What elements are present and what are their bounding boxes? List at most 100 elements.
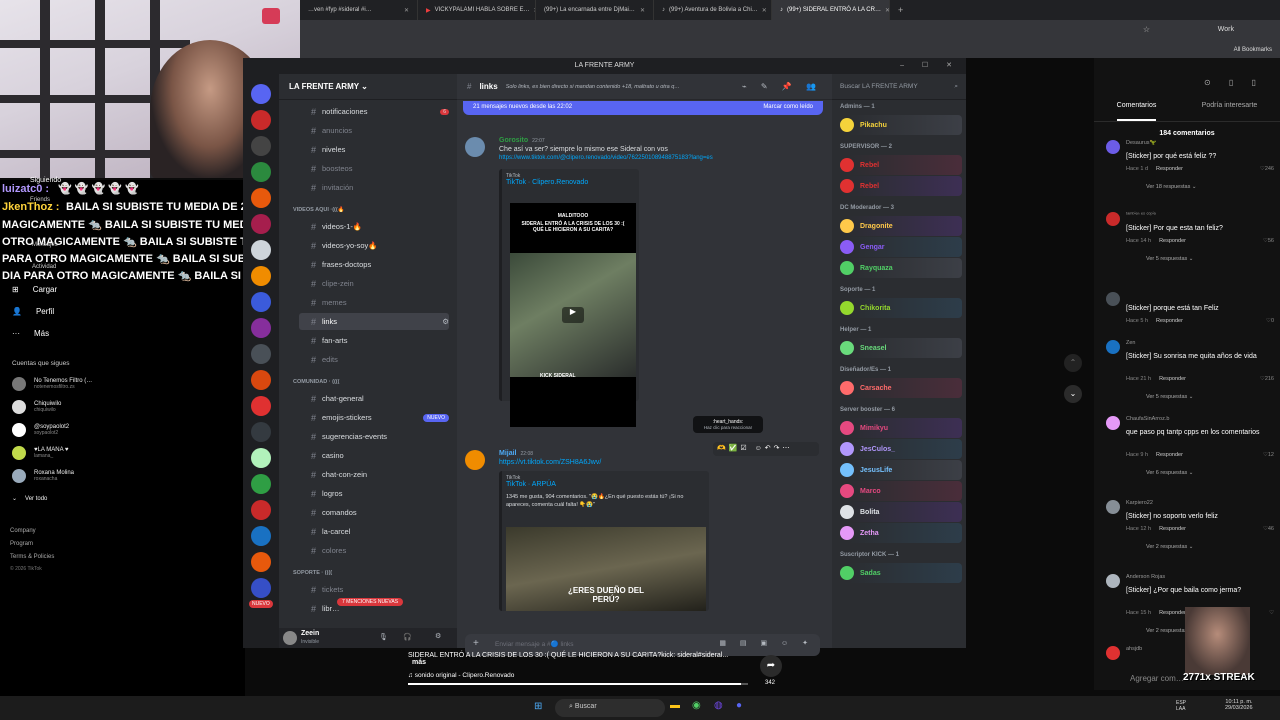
- reply-button[interactable]: Responder: [1159, 610, 1186, 616]
- member-row[interactable]: Pikachu: [836, 115, 962, 135]
- new-messages-bar[interactable]: 21 mensajes nuevos desde las 22:02 Marca…: [463, 101, 823, 115]
- server-icon[interactable]: [251, 318, 271, 338]
- browser-tab[interactable]: (99+) La encarnada entre DjMai… ✕: [536, 0, 654, 20]
- tab-interest[interactable]: Podría interesarte: [1202, 102, 1258, 121]
- following-account[interactable]: ♥LA MANA ♥ lamana_: [12, 446, 68, 460]
- progress-bar[interactable]: [408, 683, 748, 685]
- avatar[interactable]: [465, 137, 485, 157]
- folder-icon[interactable]: ▬: [670, 700, 680, 711]
- reply-button[interactable]: Responder: [1159, 376, 1186, 382]
- category-videos[interactable]: VIDEOS AQUI ·(((🔥: [293, 207, 345, 213]
- tab-comments[interactable]: Comentarios: [1116, 102, 1157, 121]
- avatar[interactable]: [1106, 500, 1120, 514]
- avatar[interactable]: [1106, 140, 1120, 154]
- channel-la-carcel[interactable]: # la-carcel: [299, 523, 449, 540]
- windows-start-icon[interactable]: ⊞: [534, 701, 542, 712]
- browser-tab[interactable]: ♪ (99+) Aventura de Bolivia a Chi… ✕: [654, 0, 772, 20]
- reply-button[interactable]: Responder: [1156, 318, 1183, 324]
- server-icon[interactable]: [251, 500, 271, 520]
- view-replies[interactable]: Ver 6 respuestas ⌄: [1146, 470, 1193, 476]
- avatar[interactable]: [1106, 292, 1120, 306]
- comment-input[interactable]: Agregar com…: [1130, 674, 1184, 683]
- server-icon[interactable]: [251, 474, 271, 494]
- comment-user[interactable]: ChaufaSinArroz.b: [1126, 416, 1169, 422]
- channel-clipe-zein[interactable]: # clipe-zein: [299, 275, 449, 292]
- channel-tickets[interactable]: # tickets: [299, 581, 449, 598]
- tt-nav-more[interactable]: ··· Más: [12, 329, 49, 338]
- following-account[interactable]: Roxana Molina roxanacha: [12, 469, 74, 483]
- topbar-icons[interactable]: ⌁ ✎ 📌 👥: [742, 82, 822, 91]
- channel-sugerencias[interactable]: # sugerencias-events: [299, 428, 449, 445]
- channel-frases-doctops[interactable]: # frases-doctops: [299, 256, 449, 273]
- comment-user[interactable]: ahsjdb: [1126, 646, 1142, 652]
- view-replies[interactable]: Ver 18 respuestas ⌄: [1146, 184, 1196, 190]
- new-tab-icon[interactable]: +: [898, 5, 903, 15]
- input-icons[interactable]: ▦ ▤ ▣ ☺ ✦: [719, 639, 814, 647]
- tt-nav-profile[interactable]: 👤 Perfil: [12, 307, 54, 316]
- server-icon[interactable]: [251, 266, 271, 286]
- channel-comandos[interactable]: # comandos: [299, 504, 449, 521]
- channel-notificaciones[interactable]: # notificaciones 6: [299, 103, 449, 120]
- category-soporte[interactable]: SOPORTE · ((((: [293, 570, 332, 576]
- sound-info[interactable]: ♫ sonido original - Clipero.Renovado: [408, 672, 748, 679]
- bookmark-star-icon[interactable]: ☆: [1143, 25, 1150, 34]
- following-account[interactable]: @soypaolot2 soypaolot2: [12, 423, 69, 437]
- channel-videos-yo-soy[interactable]: # videos-yo-soy🔥: [299, 237, 449, 254]
- play-icon[interactable]: ▶: [562, 307, 584, 323]
- channel-edits[interactable]: # edits: [299, 351, 449, 368]
- reply-button[interactable]: Responder: [1156, 452, 1183, 458]
- member-row[interactable]: Rebel: [836, 176, 962, 196]
- channel-boosteos[interactable]: # boosteos: [299, 160, 449, 177]
- message-link[interactable]: https://www.tiktok.com/@clipero.renovado…: [499, 155, 713, 161]
- following-account[interactable]: No Tenemos Filtro (… notenemosfiltro.zs: [12, 377, 92, 391]
- server-icon[interactable]: [251, 84, 271, 104]
- message-author[interactable]: Gorosito 22:07: [499, 137, 545, 144]
- channel-chat-general[interactable]: # chat-general: [299, 390, 449, 407]
- headphones-icon[interactable]: 🎧: [403, 633, 412, 641]
- channel-videos-1[interactable]: # videos-1-🔥: [299, 218, 449, 235]
- member-row[interactable]: Carsache: [836, 378, 962, 398]
- server-icon[interactable]: [251, 422, 271, 442]
- avatar[interactable]: [1106, 574, 1120, 588]
- comment-user[interactable]: ᵗᵃᵐᵇⁱᵉⁿ ᵉˢ ᶜᵒᵖⁱᵃ: [1126, 212, 1156, 218]
- server-icon[interactable]: [251, 448, 271, 468]
- like-count[interactable]: ♡0: [1266, 318, 1274, 324]
- tt-nav-messages[interactable]: Mensajes: [32, 242, 58, 248]
- discord-icon[interactable]: ●: [736, 700, 742, 711]
- server-icon[interactable]: [251, 292, 271, 312]
- member-row[interactable]: Gengar: [836, 237, 962, 257]
- server-icon[interactable]: [251, 526, 271, 546]
- comment-user[interactable]: Desaurus🦖: [1126, 140, 1156, 146]
- channel-logros[interactable]: # logros: [299, 485, 449, 502]
- channel-colores[interactable]: # colores: [299, 542, 449, 559]
- view-replies[interactable]: Ver 5 respuestas ⌄: [1146, 256, 1193, 262]
- like-count[interactable]: ♡56: [1263, 238, 1274, 244]
- member-row[interactable]: Chikorita: [836, 298, 962, 318]
- server-icon[interactable]: [251, 136, 271, 156]
- close-icon[interactable]: ✕: [885, 7, 889, 14]
- see-all-link[interactable]: ⌄ Ver todo: [12, 495, 47, 503]
- channel-links[interactable]: # links ⚙: [299, 313, 449, 330]
- plus-icon[interactable]: +: [473, 638, 479, 649]
- server-icon[interactable]: [251, 344, 271, 364]
- server-icon[interactable]: [251, 188, 271, 208]
- video-thumbnail[interactable]: MALDITOOO SIDERAL ENTRÓ A LA CRISIS DE L…: [510, 203, 636, 427]
- video-thumbnail[interactable]: ¿ERES DUEÑO DEL PERÚ?: [506, 527, 706, 611]
- settings-icon[interactable]: ⚙: [442, 317, 449, 326]
- browser-tab[interactable]: …ven #fyp #sideral #i… ✕: [300, 0, 418, 20]
- settings-icon[interactable]: ⚙: [435, 632, 441, 640]
- profile-chip[interactable]: Work: [1218, 26, 1234, 33]
- channel-casino[interactable]: # casino: [299, 447, 449, 464]
- channel-invitacion[interactable]: # invitación: [299, 179, 449, 196]
- channel-emojis-stickers[interactable]: # emojis-stickers NUEVO: [299, 409, 449, 426]
- like-count[interactable]: ♡246: [1260, 166, 1274, 172]
- comment-user[interactable]: Karpiero22: [1126, 500, 1153, 506]
- all-bookmarks[interactable]: All Bookmarks: [1234, 47, 1272, 53]
- avatar[interactable]: [1106, 646, 1120, 660]
- channel-fan-arts[interactable]: # fan-arts: [299, 332, 449, 349]
- embed-title[interactable]: TikTok · Clipero.Renovado: [506, 179, 635, 186]
- taskbar-search[interactable]: ⌕ Buscar: [555, 699, 665, 717]
- like-count[interactable]: ♡46: [1263, 526, 1274, 532]
- channel-niveles[interactable]: # niveles: [299, 141, 449, 158]
- avatar[interactable]: [1106, 416, 1120, 430]
